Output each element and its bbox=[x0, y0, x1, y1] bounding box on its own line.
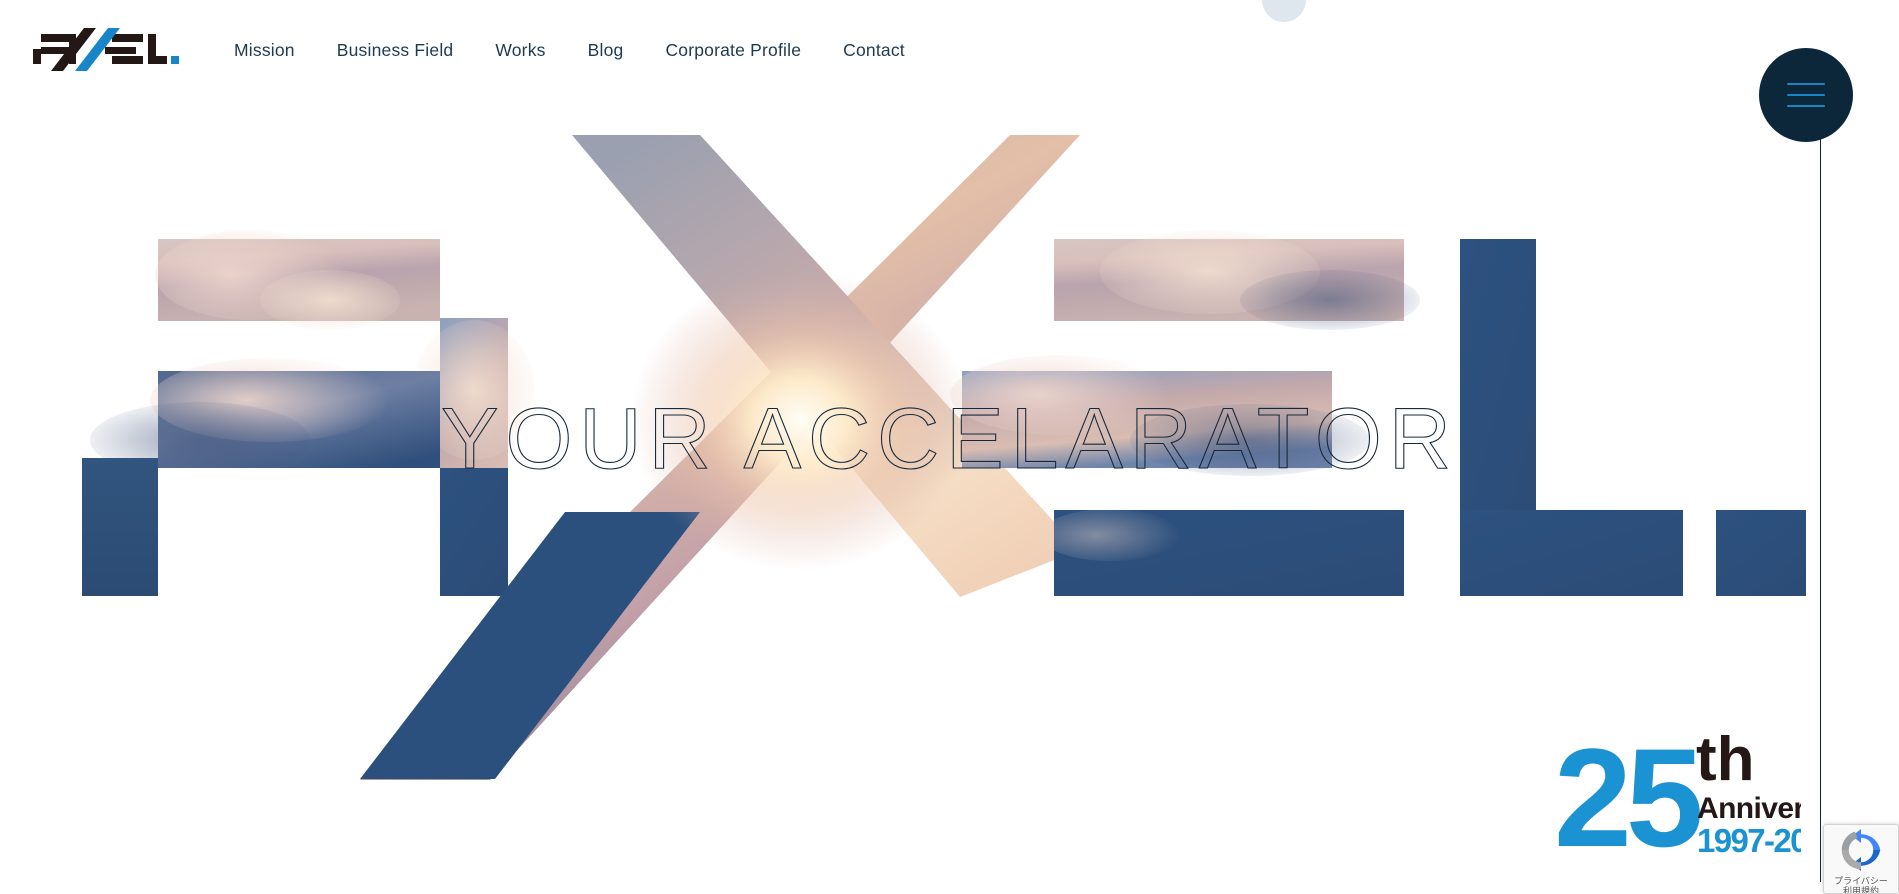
recaptcha-privacy-label[interactable]: プライバシー bbox=[1834, 877, 1888, 887]
recaptcha-icon bbox=[1840, 829, 1882, 876]
nav-item-works[interactable]: Works bbox=[495, 40, 545, 61]
anniversary-number: 25 bbox=[1556, 719, 1700, 858]
anniversary-badge: 25 th Anniversary 1997-2022 bbox=[1554, 718, 1865, 876]
hamburger-icon-line-1 bbox=[1787, 83, 1825, 85]
hamburger-icon-line-3 bbox=[1787, 105, 1825, 107]
anniversary-ordinal: th bbox=[1696, 725, 1755, 794]
recaptcha-badge[interactable]: プライバシー 利用規約 bbox=[1823, 824, 1899, 894]
hamburger-icon-line-2 bbox=[1787, 94, 1825, 96]
nav-item-corporate-profile[interactable]: Corporate Profile bbox=[665, 40, 801, 61]
hamburger-menu-button[interactable] bbox=[1759, 48, 1853, 142]
anniversary-years: 1997-2022 bbox=[1697, 822, 1801, 858]
wordmark-letter-a bbox=[82, 230, 534, 596]
main-navigation: Mission Business Field Works Blog Corpor… bbox=[234, 40, 905, 61]
page-root: YOUR ACCELARATOR bbox=[0, 0, 1899, 894]
nav-item-business-field[interactable]: Business Field bbox=[337, 40, 454, 61]
nav-item-blog[interactable]: Blog bbox=[588, 40, 624, 61]
wordmark-period bbox=[1716, 510, 1806, 596]
wordmark-letter-l bbox=[1460, 239, 1683, 596]
recaptcha-terms-label[interactable]: 利用規約 bbox=[1843, 887, 1879, 893]
nav-item-contact[interactable]: Contact bbox=[843, 40, 905, 61]
anniversary-word: Anniversary bbox=[1697, 792, 1801, 825]
vertical-guide-line bbox=[1820, 92, 1821, 882]
axel-logo[interactable] bbox=[30, 25, 180, 73]
site-header: Mission Business Field Works Blog Corpor… bbox=[0, 0, 1899, 105]
nav-item-mission[interactable]: Mission bbox=[234, 40, 295, 61]
